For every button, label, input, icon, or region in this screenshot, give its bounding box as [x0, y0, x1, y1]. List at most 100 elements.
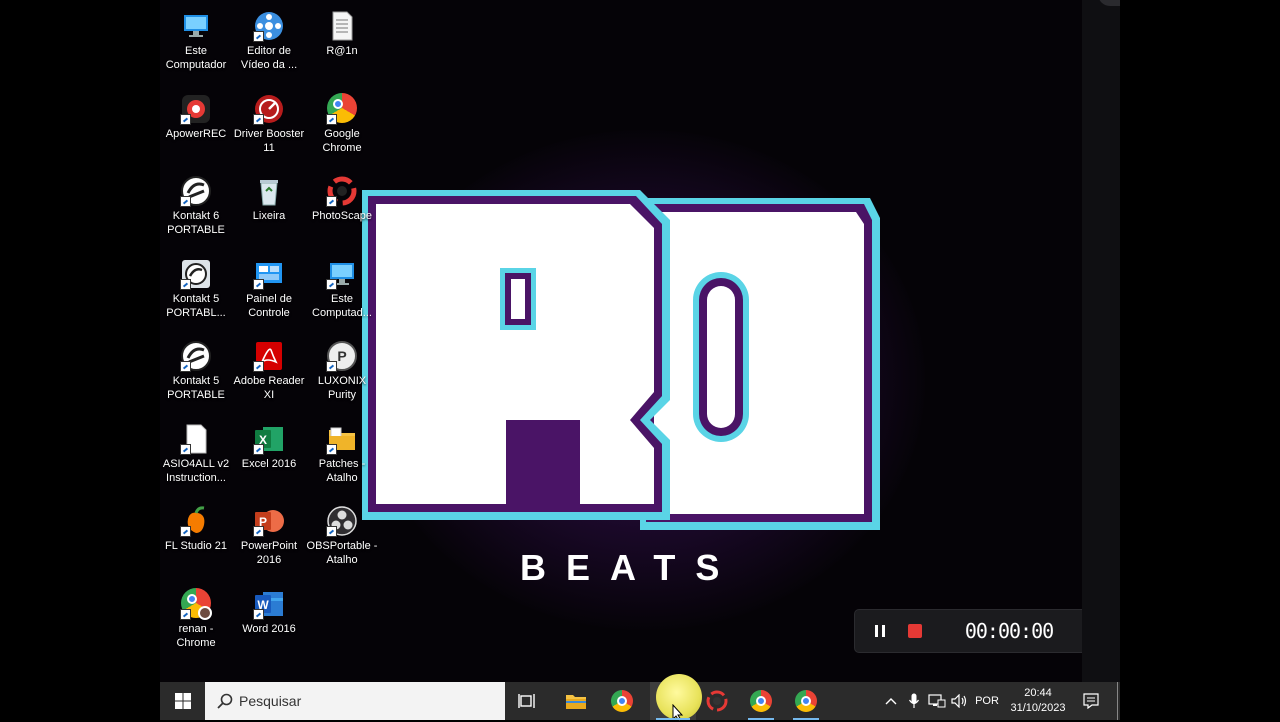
monitor-icon — [180, 10, 212, 42]
shortcut-arrow-icon — [253, 609, 264, 620]
shortcut-arrow-icon — [180, 526, 191, 537]
desktop-icon-label: ASIO4ALL v2 Instruction... — [162, 458, 230, 484]
desktop-icon-powerpoint2016[interactable]: P PowerPoint 2016 — [233, 499, 305, 567]
desktop-icon-label: PhotoScape — [312, 210, 372, 222]
desktop-icon-label: Adobe Reader XI — [233, 375, 305, 401]
stop-icon — [908, 624, 922, 638]
desktop-icon-painel-controle[interactable]: Painel de Controle — [233, 252, 305, 320]
desktop-icon-editor-video[interactable]: Editor de Vídeo da ... — [233, 4, 305, 72]
taskbar-chrome-profile-2[interactable] — [787, 682, 825, 720]
chrome-icon — [326, 93, 358, 125]
language-indicator[interactable]: POR — [972, 682, 1002, 720]
desktop-icon-label: Este Computad... — [312, 293, 372, 319]
desktop-icon-lixeira[interactable]: Lixeira — [233, 169, 305, 223]
driver-booster-icon — [253, 93, 285, 125]
windows-logo-icon — [174, 693, 191, 709]
show-desktop-button[interactable] — [1114, 682, 1120, 720]
recycle-bin-icon — [253, 175, 285, 207]
search-box[interactable]: Pesquisar — [205, 682, 505, 720]
desktop-icon-este-computad[interactable]: Este Computad... — [306, 252, 378, 320]
network-tray-button[interactable] — [926, 682, 948, 720]
microphone-tray-button[interactable] — [904, 682, 924, 720]
wallpaper-logo: BEATS — [362, 190, 880, 588]
monitor-icon — [326, 258, 358, 290]
taskbar-file-explorer[interactable] — [557, 682, 595, 720]
shortcut-arrow-icon — [253, 114, 264, 125]
document-icon — [180, 423, 212, 455]
desktop-icon-word2016[interactable]: W Word 2016 — [233, 582, 305, 636]
desktop-icon-asio4all[interactable]: ASIO4ALL v2 Instruction... — [160, 417, 232, 485]
taskbar-photoscape[interactable] — [698, 682, 736, 720]
desktop-icon-label: Word 2016 — [242, 623, 296, 635]
excel-icon: X — [253, 423, 285, 455]
stop-record-button[interactable] — [902, 618, 928, 644]
taskbar: Pesquisar POR 20:44 31/10/2023 — [160, 674, 1120, 722]
desktop-icon-label: Editor de Vídeo da ... — [240, 45, 298, 71]
screen-recorder-toolbar: 00:00:00 — [855, 610, 1120, 652]
desktop-icon-excel2016[interactable]: X Excel 2016 — [233, 417, 305, 471]
search-placeholder: Pesquisar — [239, 693, 302, 709]
volume-tray-button[interactable] — [949, 682, 971, 720]
chrome-profile-icon — [180, 588, 212, 620]
speaker-icon — [951, 694, 967, 708]
desktop-icon-label: OBSPortable - Atalho — [306, 540, 378, 566]
desktop-icon-patches[interactable]: Patches - Atalho — [306, 417, 378, 485]
desktop-icon-r1n[interactable]: R@1n — [306, 4, 378, 58]
action-center-button[interactable] — [1076, 682, 1106, 720]
shortcut-arrow-icon — [326, 114, 337, 125]
word-icon: W — [253, 588, 285, 620]
clock-time: 20:44 — [1024, 687, 1052, 699]
show-hidden-icons-button[interactable] — [882, 682, 900, 720]
obs-icon — [326, 505, 358, 537]
desktop-icon-este-computador[interactable]: Este Computador — [160, 4, 232, 72]
desktop-icon-photoscape[interactable]: PhotoScape — [306, 169, 378, 223]
control-panel-icon — [253, 258, 285, 290]
fl-studio-icon — [180, 505, 212, 537]
desktop-icon-kontakt6[interactable]: Kontakt 6 PORTABLE — [160, 169, 232, 237]
desktop-icon-apowerrec[interactable]: ApowerREC — [160, 87, 232, 141]
microphone-icon — [909, 693, 919, 708]
photoscape-icon — [326, 175, 358, 207]
taskbar-active-app[interactable] — [650, 674, 702, 722]
clock[interactable]: 20:44 31/10/2023 — [1006, 682, 1070, 720]
pause-button[interactable] — [867, 618, 893, 644]
desktop-icon-driver-booster[interactable]: Driver Booster 11 — [233, 87, 305, 155]
desktop-icon-kontakt5-portabl[interactable]: Kontakt 5 PORTABL... — [160, 252, 232, 320]
chrome-profile-icon — [750, 690, 772, 712]
shortcut-arrow-icon — [326, 279, 337, 290]
shortcut-arrow-icon — [253, 279, 264, 290]
desktop-icon-renan-chrome[interactable]: renan - Chrome — [160, 582, 232, 650]
recording-timer: 00:00:00 — [964, 619, 1054, 643]
powerpoint-icon: P — [253, 505, 285, 537]
clock-date: 31/10/2023 — [1010, 702, 1066, 714]
pdf-icon — [253, 340, 285, 372]
desktop-icon-google-chrome[interactable]: Google Chrome — [306, 87, 378, 155]
desktop-icon-label: Kontakt 5 PORTABLE — [167, 375, 225, 401]
desktop-icon-luxonix[interactable]: P LUXONIX Purity — [306, 334, 378, 402]
network-icon — [928, 694, 946, 708]
shortcut-arrow-icon — [180, 279, 191, 290]
taskbar-chrome[interactable] — [603, 682, 641, 720]
shortcut-arrow-icon — [326, 196, 337, 207]
notification-icon — [1083, 693, 1099, 709]
shortcut-arrow-icon — [180, 196, 191, 207]
film-reel-icon — [253, 10, 285, 42]
desktop-icon-label: Patches - Atalho — [318, 458, 366, 484]
desktop-icon-label: LUXONIX Purity — [317, 375, 367, 401]
desktop-icon-label: R@1n — [326, 45, 358, 57]
task-view-button[interactable] — [510, 682, 544, 720]
svg-text:P: P — [337, 348, 346, 364]
shortcut-arrow-icon — [180, 361, 191, 372]
desktop-icon-adobe-reader[interactable]: Adobe Reader XI — [233, 334, 305, 402]
desktop-icon-fl-studio[interactable]: FL Studio 21 — [160, 499, 232, 553]
desktop-icon-label: Kontakt 5 PORTABL... — [166, 293, 226, 319]
record-camera-icon — [180, 93, 212, 125]
shortcut-arrow-icon — [253, 526, 264, 537]
desktop-icon-obsportable[interactable]: OBSPortable - Atalho — [306, 499, 378, 567]
start-button[interactable] — [160, 682, 205, 720]
logo-letter-r — [362, 190, 670, 520]
right-edge-panel — [1082, 0, 1120, 682]
desktop-icon-label: Este Computador — [165, 45, 227, 71]
desktop-icon-kontakt5-portable[interactable]: Kontakt 5 PORTABLE — [160, 334, 232, 402]
taskbar-chrome-profile-1[interactable] — [742, 682, 780, 720]
